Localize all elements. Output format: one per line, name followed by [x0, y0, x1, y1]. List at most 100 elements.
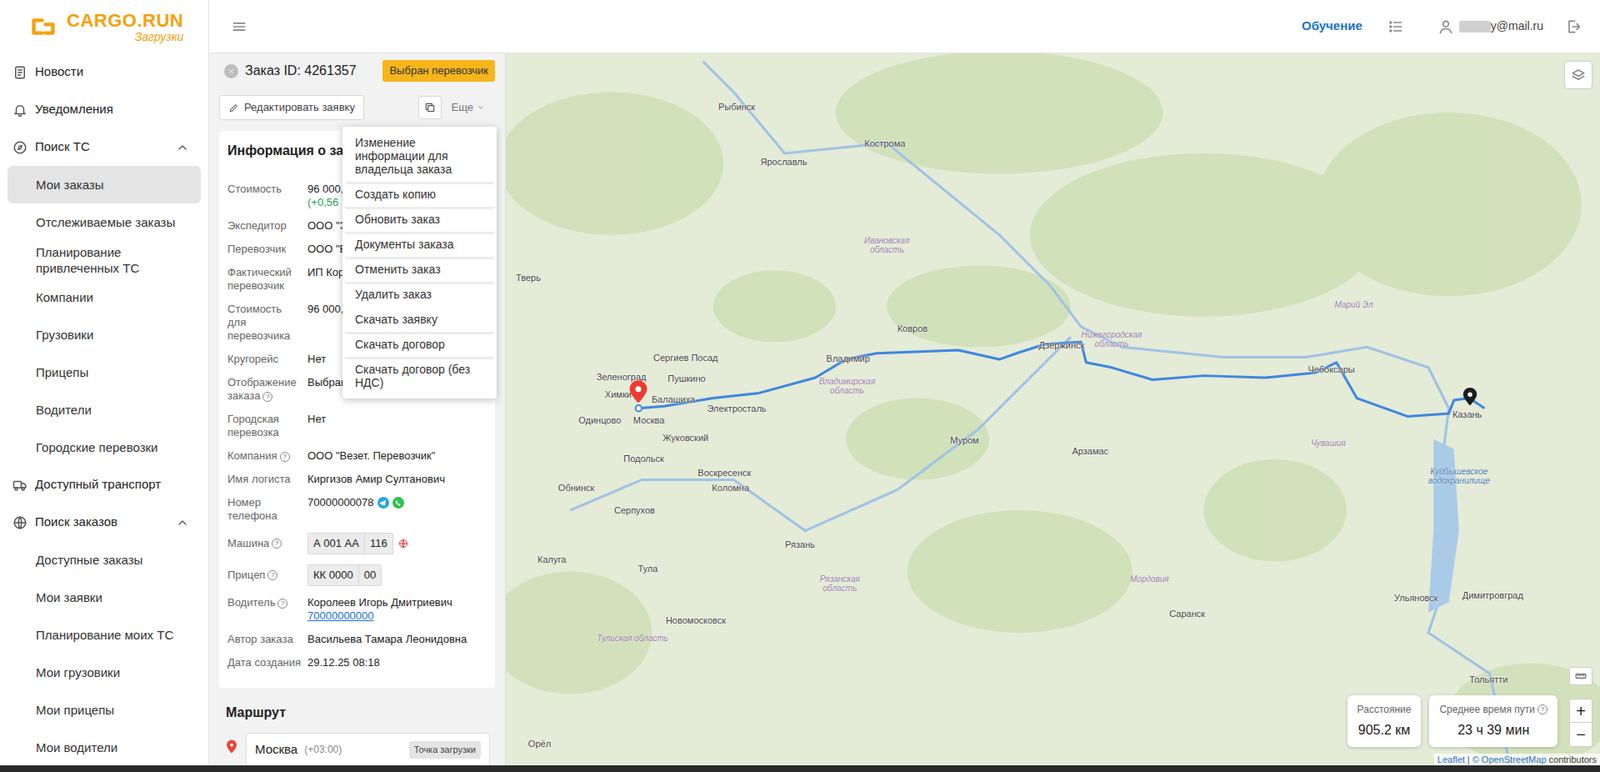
edit-button[interactable]: Редактировать заявку: [219, 95, 365, 120]
sidebar-item[interactable]: Планирование привлеченных ТС: [7, 240, 201, 279]
chevron-icon[interactable]: [175, 140, 190, 155]
chevron-icon[interactable]: [175, 515, 190, 530]
field-label: Прицеп?: [227, 559, 303, 591]
map-label: Владимирская область: [809, 376, 885, 395]
sidebar-item[interactable]: Уведомления: [7, 90, 201, 129]
globe-icon: [398, 538, 409, 549]
menu-item[interactable]: Скачать договор (без НДС): [344, 356, 495, 395]
route-timezone: (+03:00): [304, 741, 342, 757]
menu-item[interactable]: Скачать договор: [344, 331, 495, 357]
logo[interactable]: CARGO.RUNЗагрузки: [0, 0, 209, 54]
zoom-in-button[interactable]: +: [1570, 699, 1592, 723]
sidebar-item[interactable]: Мои заявки: [7, 578, 201, 616]
menu-item[interactable]: Отменить заказ: [344, 256, 495, 282]
route-card[interactable]: Москва(+03:00)Точка загрузки: [245, 732, 490, 765]
field-value-text: 29.12.25 08:18: [307, 655, 487, 670]
duration-label: Среднее время пути: [1439, 701, 1535, 717]
sidebar-item[interactable]: Городские перевозки: [7, 428, 201, 466]
logo-text: CARGO.RUN: [66, 11, 184, 30]
ruler-button[interactable]: [1569, 666, 1593, 685]
distance-value: 905.2 км: [1358, 720, 1410, 740]
close-icon: [226, 66, 236, 76]
help-icon[interactable]: ?: [267, 570, 278, 580]
sidebar-item-label: Мои заявки: [35, 589, 103, 605]
sidebar-item[interactable]: Отслеживаемые заказы: [7, 203, 201, 241]
menu-item[interactable]: Создать копию: [344, 181, 495, 207]
field-label-text: Стоимость для перевозчика: [227, 302, 290, 342]
menu-item[interactable]: Документы заказа: [344, 231, 495, 257]
more-button[interactable]: Еще: [451, 99, 485, 116]
sidebar-group[interactable]: Поиск заказов: [7, 503, 201, 541]
field-label: Кругорейс: [227, 347, 303, 371]
map-label: Пушкино: [667, 373, 705, 384]
order-panel: Заказ ID: 4261357Выбран перевозчикРедакт…: [209, 53, 506, 765]
help-icon[interactable]: ?: [271, 538, 282, 549]
field-label: Машина?: [227, 527, 303, 560]
map-label: Коломна: [711, 482, 750, 493]
sidebar-item[interactable]: Мои прицепы: [7, 690, 201, 729]
menu-item-label: Отменить заказ: [355, 262, 441, 276]
bottom-strip: [0, 765, 1600, 772]
sidebar-item-label: Водители: [35, 401, 92, 418]
sidebar-item[interactable]: Компании: [7, 278, 201, 316]
field-label-text: Компания: [227, 449, 278, 462]
training-link[interactable]: Обучение: [1301, 16, 1363, 36]
duration-value: 23 ч 39 мин: [1457, 720, 1530, 740]
sidebar-group[interactable]: Поиск ТС: [7, 128, 201, 166]
logout-icon[interactable]: [1565, 18, 1582, 35]
user-icon[interactable]: [1437, 18, 1455, 35]
hamburger-icon[interactable]: [230, 18, 248, 35]
field-value-text: Нет: [307, 412, 487, 426]
field-label-text: Водитель: [227, 595, 275, 609]
sidebar-item[interactable]: Мои водители: [7, 728, 201, 765]
user-account[interactable]: y@mail.ru: [1459, 17, 1544, 35]
telegram-icon[interactable]: [377, 496, 390, 509]
sidebar-item[interactable]: Доступный транспорт: [7, 465, 201, 504]
driver-phone-link[interactable]: 70000000000: [307, 609, 487, 623]
sidebar-item[interactable]: Мои заказы: [7, 165, 201, 204]
map-label: Муром: [950, 435, 979, 445]
field-label: Городская перевозка: [227, 407, 303, 445]
phone-number: 70000000078: [307, 495, 375, 510]
map-label: Казань: [1452, 409, 1482, 420]
map-label: Рязань: [785, 539, 815, 550]
sidebar-item[interactable]: Водители: [7, 390, 201, 429]
sidebar-item[interactable]: Мои грузовики: [7, 653, 201, 691]
finish-pin-icon[interactable]: [1460, 385, 1480, 407]
menu-item[interactable]: Удалить заказ: [344, 281, 495, 307]
map-label: Жуковский: [662, 432, 709, 443]
copy-button[interactable]: [418, 95, 442, 120]
menu-item[interactable]: Изменение информации для владельца заказ…: [344, 130, 495, 182]
help-icon[interactable]: ?: [280, 451, 290, 462]
sidebar-item-label: Грузовики: [35, 326, 94, 343]
menu-item[interactable]: Скачать заявку: [344, 306, 495, 332]
field-label: Перевозчик: [227, 237, 303, 261]
list-icon[interactable]: [1387, 18, 1405, 35]
sidebar-item[interactable]: Грузовики: [7, 315, 201, 354]
plate: КК 000000: [307, 564, 382, 586]
leaflet-link[interactable]: Leaflet: [1437, 753, 1465, 765]
close-button[interactable]: [224, 64, 239, 79]
menu-item[interactable]: Обновить заказ: [344, 206, 495, 232]
map[interactable]: РыбинскЯрославльКостромаТверьИвановская …: [505, 53, 1600, 765]
sidebar-item[interactable]: Новости: [7, 53, 201, 91]
distance-box: Расстояние905.2 км: [1347, 695, 1422, 747]
sidebar-item[interactable]: Планирование моих ТС: [7, 615, 201, 654]
map-label: Тверь: [515, 272, 541, 283]
field-label: Водитель?: [227, 590, 303, 628]
field-label: Стоимость: [227, 177, 303, 215]
help-icon[interactable]: ?: [277, 598, 288, 609]
layers-button[interactable]: [1564, 60, 1593, 90]
help-icon[interactable]: ?: [262, 391, 273, 402]
telegram-plane-icon: [379, 499, 387, 507]
compass-icon: [12, 140, 28, 155]
sidebar-item[interactable]: Прицепы: [7, 353, 201, 391]
whatsapp-icon[interactable]: [392, 496, 405, 509]
sidebar-item[interactable]: Доступные заказы: [7, 540, 201, 579]
help-icon[interactable]: ?: [1537, 704, 1548, 715]
osm-link[interactable]: © OpenStreetMap: [1472, 753, 1547, 765]
zoom-out-button[interactable]: −: [1570, 722, 1592, 746]
field-label: Имя логиста: [227, 467, 303, 491]
field-label: Дата создания: [227, 650, 303, 675]
start-pin-icon[interactable]: [626, 377, 650, 405]
